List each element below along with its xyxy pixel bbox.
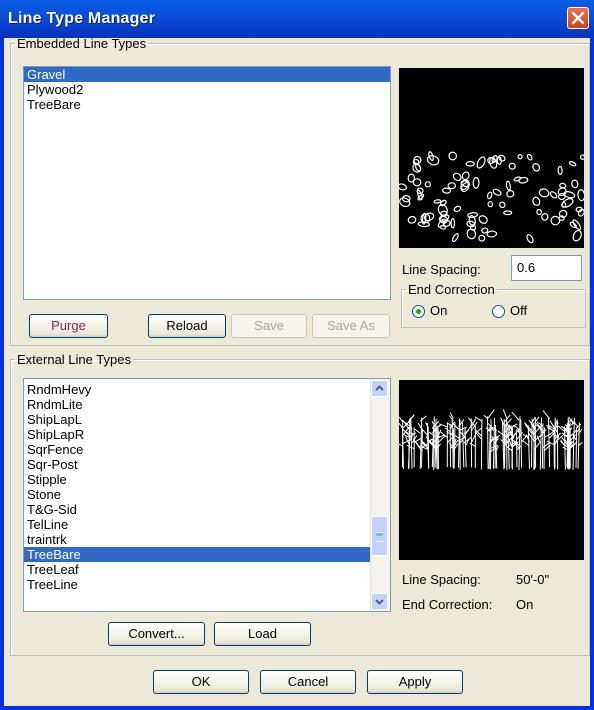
list-item[interactable]: TreeBare xyxy=(24,97,390,112)
list-item[interactable]: Stone xyxy=(24,487,390,502)
list-item[interactable]: traintrk xyxy=(24,532,390,547)
embedded-line-spacing-label: Line Spacing: xyxy=(402,262,481,277)
treebare-pattern-preview xyxy=(396,409,583,471)
external-preview xyxy=(396,380,584,560)
cancel-button[interactable]: Cancel xyxy=(260,670,356,694)
scrollbar-thumb[interactable] xyxy=(371,516,388,556)
chevron-up-icon xyxy=(375,385,384,391)
end-correction-on-label[interactable]: On xyxy=(430,303,447,318)
save-button[interactable]: Save xyxy=(231,314,307,338)
list-item[interactable]: Plywood2 xyxy=(24,82,390,97)
list-item[interactable]: TreeBare xyxy=(24,547,390,562)
embedded-group-legend: Embedded Line Types xyxy=(17,36,147,51)
end-correction-off-label[interactable]: Off xyxy=(510,303,527,318)
gravel-pattern-preview xyxy=(397,151,586,244)
external-list-scrollbar[interactable] xyxy=(370,379,390,611)
scroll-up-button[interactable] xyxy=(371,380,388,397)
list-item[interactable]: ShipLapL xyxy=(24,412,390,427)
line-type-manager-dialog: Line Type Manager Embedded Line Types Gr… xyxy=(0,0,594,710)
list-item[interactable]: Sqr-Post xyxy=(24,457,390,472)
close-icon xyxy=(571,11,585,25)
list-item[interactable]: RndmLite xyxy=(24,397,390,412)
list-item[interactable]: SqrFence xyxy=(24,442,390,457)
list-item[interactable]: TreeLeaf xyxy=(24,562,390,577)
list-item[interactable]: Stipple xyxy=(24,472,390,487)
list-item[interactable]: RndmHevy xyxy=(24,382,390,397)
external-line-spacing-value: 50'-0" xyxy=(516,572,550,587)
list-item[interactable]: T&G-Sid xyxy=(24,502,390,517)
chevron-down-icon xyxy=(375,599,384,605)
list-item[interactable]: TelLine xyxy=(24,517,390,532)
line-spacing-input[interactable]: 0.6 xyxy=(511,255,582,281)
embedded-preview xyxy=(397,68,586,248)
end-correction-off-radio[interactable] xyxy=(492,305,505,318)
convert-button[interactable]: Convert... xyxy=(108,622,205,646)
save-as-button[interactable]: Save As xyxy=(312,314,390,338)
window-title: Line Type Manager xyxy=(8,10,156,27)
purge-button[interactable]: Purge xyxy=(29,314,108,338)
reload-button[interactable]: Reload xyxy=(148,314,226,338)
external-end-correction-label: End Correction: xyxy=(402,597,493,612)
apply-button[interactable]: Apply xyxy=(367,670,463,694)
load-button[interactable]: Load xyxy=(214,622,311,646)
external-end-correction-value: On xyxy=(516,597,534,612)
list-item[interactable]: ShipLapR xyxy=(24,427,390,442)
end-correction-on-radio[interactable] xyxy=(412,305,425,318)
external-group-legend: External Line Types xyxy=(17,352,131,367)
scroll-down-button[interactable] xyxy=(371,593,388,610)
list-item[interactable]: TreeLine xyxy=(24,577,390,592)
end-correction-group: End Correction xyxy=(401,282,586,328)
embedded-line-types-list[interactable]: Gravel Plywood2 TreeBare xyxy=(23,66,391,300)
external-line-types-list[interactable]: RndmHevy RndmLite ShipLapL ShipLapR SqrFence… xyxy=(23,378,391,612)
external-line-spacing-label: Line Spacing: xyxy=(402,572,481,587)
title-bar[interactable]: Line Type Manager xyxy=(0,0,594,38)
list-item[interactable]: Gravel xyxy=(24,67,390,82)
end-correction-legend: End Correction xyxy=(408,282,495,297)
close-button[interactable] xyxy=(567,7,589,29)
ok-button[interactable]: OK xyxy=(153,670,249,694)
